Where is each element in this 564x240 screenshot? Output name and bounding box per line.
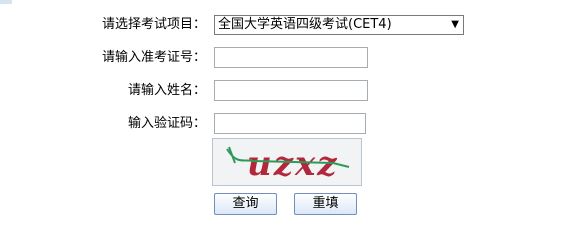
name-label: 请输入姓名： <box>127 83 206 98</box>
captcha-text: uzxz <box>247 144 339 184</box>
exam-select[interactable]: 全国大学英语四级考试(CET4) ▼ <box>214 15 464 35</box>
captcha-noise-stroke <box>228 146 236 164</box>
captcha-input[interactable] <box>214 113 366 134</box>
name-input[interactable] <box>214 80 368 101</box>
top-decoration <box>0 0 12 4</box>
captcha-graphic: uzxz <box>226 144 350 184</box>
query-button[interactable]: 查询 <box>214 193 277 215</box>
dropdown-arrow-icon[interactable]: ▼ <box>451 16 459 34</box>
captcha-image[interactable]: uzxz <box>212 138 362 186</box>
ticket-number-label: 请输入准考证号： <box>101 50 206 65</box>
captcha-label: 输入验证码： <box>127 116 206 131</box>
exam-label: 请选择考试项目： <box>101 17 206 32</box>
ticket-number-input[interactable] <box>214 47 368 68</box>
query-form: 请选择考试项目： 全国大学英语四级考试(CET4) ▼ 请输入准考证号： 请输入… <box>0 0 564 220</box>
exam-selected-value: 全国大学英语四级考试(CET4) <box>218 17 392 32</box>
reset-button[interactable]: 重填 <box>294 193 357 215</box>
